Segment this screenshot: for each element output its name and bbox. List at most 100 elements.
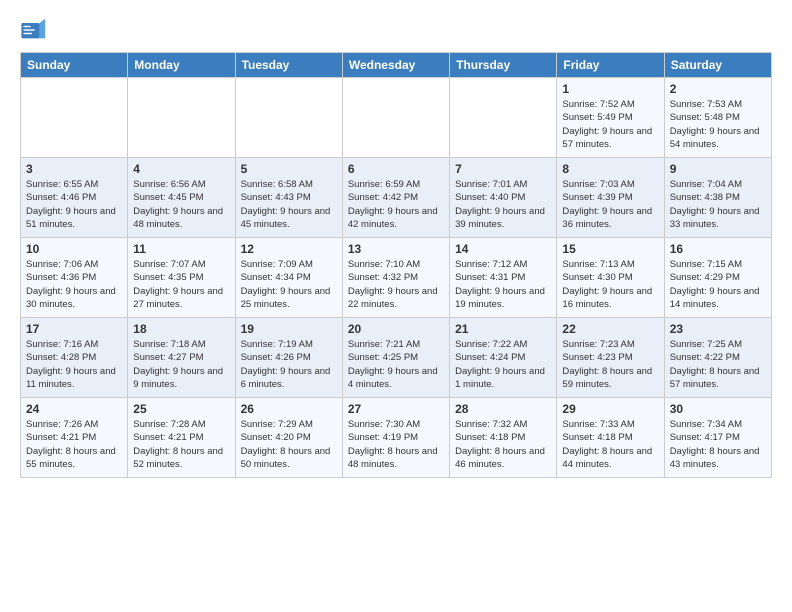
day-info: Sunrise: 7:22 AM Sunset: 4:24 PM Dayligh… — [455, 338, 551, 391]
calendar-cell: 29 Sunrise: 7:33 AM Sunset: 4:18 PM Dayli… — [557, 398, 664, 478]
day-info: Sunrise: 7:07 AM Sunset: 4:35 PM Dayligh… — [133, 258, 229, 311]
calendar-header-cell: Monday — [128, 53, 235, 78]
calendar-cell: 15 Sunrise: 7:13 AM Sunset: 4:30 PM Dayli… — [557, 238, 664, 318]
calendar-cell: 5 Sunrise: 6:58 AM Sunset: 4:43 PM Daylig… — [235, 158, 342, 238]
day-number: 26 — [241, 402, 337, 416]
calendar-header-cell: Wednesday — [342, 53, 449, 78]
day-number: 12 — [241, 242, 337, 256]
calendar-cell: 1 Sunrise: 7:52 AM Sunset: 5:49 PM Daylig… — [557, 78, 664, 158]
calendar-cell: 21 Sunrise: 7:22 AM Sunset: 4:24 PM Dayli… — [450, 318, 557, 398]
day-info: Sunrise: 6:55 AM Sunset: 4:46 PM Dayligh… — [26, 178, 122, 231]
day-info: Sunrise: 7:25 AM Sunset: 4:22 PM Dayligh… — [670, 338, 766, 391]
calendar-cell — [235, 78, 342, 158]
day-number: 14 — [455, 242, 551, 256]
calendar-cell: 20Sunrise: 7:21 AM Sunset: 4:25 PM Dayli… — [342, 318, 449, 398]
day-number: 13 — [348, 242, 444, 256]
calendar-cell — [21, 78, 128, 158]
calendar-cell — [342, 78, 449, 158]
day-number: 23 — [670, 322, 766, 336]
calendar-header-row: SundayMondayTuesdayWednesdayThursdayFrid… — [21, 53, 772, 78]
calendar-cell: 18Sunrise: 7:18 AM Sunset: 4:27 PM Dayli… — [128, 318, 235, 398]
calendar-table: SundayMondayTuesdayWednesdayThursdayFrid… — [20, 52, 772, 478]
calendar-cell: 30Sunrise: 7:34 AM Sunset: 4:17 PM Dayli… — [664, 398, 771, 478]
day-info: Sunrise: 6:56 AM Sunset: 4:45 PM Dayligh… — [133, 178, 229, 231]
day-info: Sunrise: 6:59 AM Sunset: 4:42 PM Dayligh… — [348, 178, 444, 231]
day-info: Sunrise: 6:58 AM Sunset: 4:43 PM Dayligh… — [241, 178, 337, 231]
day-number: 5 — [241, 162, 337, 176]
page: SundayMondayTuesdayWednesdayThursdayFrid… — [0, 0, 792, 488]
calendar-cell: 4 Sunrise: 6:56 AM Sunset: 4:45 PM Daylig… — [128, 158, 235, 238]
day-info: Sunrise: 7:33 AM Sunset: 4:18 PM Dayligh… — [562, 418, 658, 471]
day-number: 1 — [562, 82, 658, 96]
calendar-cell: 16 Sunrise: 7:15 AM Sunset: 4:29 PM Dayli… — [664, 238, 771, 318]
header — [20, 16, 772, 44]
calendar-header-cell: Sunday — [21, 53, 128, 78]
day-number: 25 — [133, 402, 229, 416]
day-number: 11 — [133, 242, 229, 256]
day-number: 8 — [562, 162, 658, 176]
calendar-cell: 27Sunrise: 7:30 AM Sunset: 4:19 PM Dayli… — [342, 398, 449, 478]
calendar-week-row: 3Sunrise: 6:55 AM Sunset: 4:46 PM Daylig… — [21, 158, 772, 238]
calendar-week-row: 10 Sunrise: 7:06 AM Sunset: 4:36 PM Dayli… — [21, 238, 772, 318]
day-info: Sunrise: 7:21 AM Sunset: 4:25 PM Dayligh… — [348, 338, 444, 391]
day-info: Sunrise: 7:04 AM Sunset: 4:38 PM Dayligh… — [670, 178, 766, 231]
calendar-cell: 26 Sunrise: 7:29 AM Sunset: 4:20 PM Dayli… — [235, 398, 342, 478]
day-info: Sunrise: 7:15 AM Sunset: 4:29 PM Dayligh… — [670, 258, 766, 311]
calendar-cell: 10 Sunrise: 7:06 AM Sunset: 4:36 PM Dayli… — [21, 238, 128, 318]
day-info: Sunrise: 7:29 AM Sunset: 4:20 PM Dayligh… — [241, 418, 337, 471]
day-info: Sunrise: 7:34 AM Sunset: 4:17 PM Dayligh… — [670, 418, 766, 471]
day-info: Sunrise: 7:23 AM Sunset: 4:23 PM Dayligh… — [562, 338, 658, 391]
calendar-cell: 19 Sunrise: 7:19 AM Sunset: 4:26 PM Dayli… — [235, 318, 342, 398]
calendar-header-cell: Saturday — [664, 53, 771, 78]
day-number: 10 — [26, 242, 122, 256]
calendar-header-cell: Tuesday — [235, 53, 342, 78]
calendar-header-cell: Friday — [557, 53, 664, 78]
calendar-cell: 7 Sunrise: 7:01 AM Sunset: 4:40 PM Daylig… — [450, 158, 557, 238]
calendar-cell: 2Sunrise: 7:53 AM Sunset: 5:48 PM Daylig… — [664, 78, 771, 158]
calendar-week-row: 17Sunrise: 7:16 AM Sunset: 4:28 PM Dayli… — [21, 318, 772, 398]
day-number: 22 — [562, 322, 658, 336]
day-info: Sunrise: 7:16 AM Sunset: 4:28 PM Dayligh… — [26, 338, 122, 391]
calendar-cell — [450, 78, 557, 158]
day-number: 15 — [562, 242, 658, 256]
day-number: 29 — [562, 402, 658, 416]
day-info: Sunrise: 7:52 AM Sunset: 5:49 PM Dayligh… — [562, 98, 658, 151]
day-info: Sunrise: 7:13 AM Sunset: 4:30 PM Dayligh… — [562, 258, 658, 311]
calendar-cell: 22 Sunrise: 7:23 AM Sunset: 4:23 PM Dayli… — [557, 318, 664, 398]
calendar-cell: 24Sunrise: 7:26 AM Sunset: 4:21 PM Dayli… — [21, 398, 128, 478]
calendar-cell: 11 Sunrise: 7:07 AM Sunset: 4:35 PM Dayli… — [128, 238, 235, 318]
day-number: 28 — [455, 402, 551, 416]
calendar-cell: 17Sunrise: 7:16 AM Sunset: 4:28 PM Dayli… — [21, 318, 128, 398]
calendar-cell: 6 Sunrise: 6:59 AM Sunset: 4:42 PM Daylig… — [342, 158, 449, 238]
day-number: 24 — [26, 402, 122, 416]
calendar-cell: 3Sunrise: 6:55 AM Sunset: 4:46 PM Daylig… — [21, 158, 128, 238]
calendar-cell: 9 Sunrise: 7:04 AM Sunset: 4:38 PM Daylig… — [664, 158, 771, 238]
day-info: Sunrise: 7:19 AM Sunset: 4:26 PM Dayligh… — [241, 338, 337, 391]
calendar-cell: 8 Sunrise: 7:03 AM Sunset: 4:39 PM Daylig… — [557, 158, 664, 238]
day-info: Sunrise: 7:32 AM Sunset: 4:18 PM Dayligh… — [455, 418, 551, 471]
calendar-week-row: 24Sunrise: 7:26 AM Sunset: 4:21 PM Dayli… — [21, 398, 772, 478]
logo — [20, 16, 52, 44]
calendar-week-row: 1 Sunrise: 7:52 AM Sunset: 5:49 PM Daylig… — [21, 78, 772, 158]
day-number: 7 — [455, 162, 551, 176]
calendar-cell: 25 Sunrise: 7:28 AM Sunset: 4:21 PM Dayli… — [128, 398, 235, 478]
calendar-header-cell: Thursday — [450, 53, 557, 78]
day-info: Sunrise: 7:06 AM Sunset: 4:36 PM Dayligh… — [26, 258, 122, 311]
day-number: 21 — [455, 322, 551, 336]
day-info: Sunrise: 7:01 AM Sunset: 4:40 PM Dayligh… — [455, 178, 551, 231]
day-info: Sunrise: 7:30 AM Sunset: 4:19 PM Dayligh… — [348, 418, 444, 471]
calendar-cell: 23 Sunrise: 7:25 AM Sunset: 4:22 PM Dayli… — [664, 318, 771, 398]
day-number: 9 — [670, 162, 766, 176]
day-number: 19 — [241, 322, 337, 336]
day-number: 4 — [133, 162, 229, 176]
logo-icon — [20, 16, 48, 44]
day-info: Sunrise: 7:28 AM Sunset: 4:21 PM Dayligh… — [133, 418, 229, 471]
day-number: 18 — [133, 322, 229, 336]
day-info: Sunrise: 7:12 AM Sunset: 4:31 PM Dayligh… — [455, 258, 551, 311]
calendar-cell: 12Sunrise: 7:09 AM Sunset: 4:34 PM Dayli… — [235, 238, 342, 318]
day-number: 16 — [670, 242, 766, 256]
day-number: 6 — [348, 162, 444, 176]
calendar-cell: 14 Sunrise: 7:12 AM Sunset: 4:31 PM Dayli… — [450, 238, 557, 318]
day-info: Sunrise: 7:03 AM Sunset: 4:39 PM Dayligh… — [562, 178, 658, 231]
day-info: Sunrise: 7:53 AM Sunset: 5:48 PM Dayligh… — [670, 98, 766, 151]
